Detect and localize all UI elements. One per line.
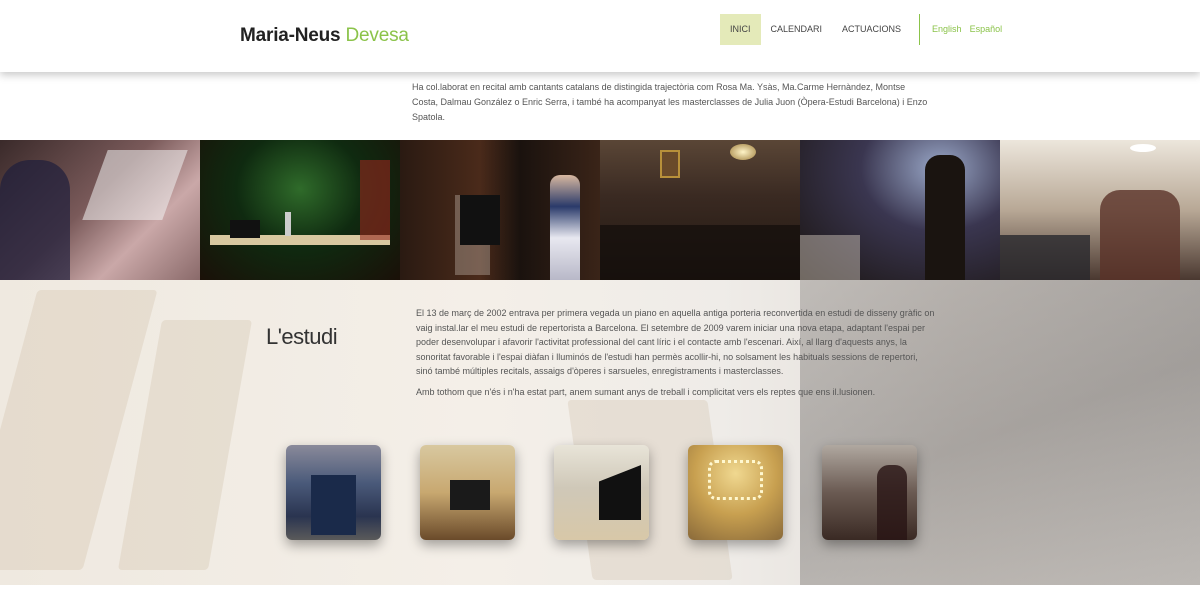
studio-gallery (286, 445, 917, 540)
lang-espanol-link[interactable]: Español (966, 14, 1007, 45)
gallery-thumb-grand-piano[interactable] (554, 445, 649, 540)
photo-stage-concert (200, 140, 400, 280)
studio-paragraph-2: Amb tothom que n'és i n'ha estat part, a… (416, 386, 876, 397)
nav-divider (919, 14, 921, 45)
photo-salon-audience (600, 140, 800, 280)
photo-singer-performing (800, 140, 1000, 280)
nav-item-calendari[interactable]: CALENDARI (761, 14, 833, 45)
nav-item-actuacions[interactable]: ACTUACIONS (832, 14, 911, 45)
gallery-thumb-rehearsal[interactable] (822, 445, 917, 540)
logo-last-name: Devesa (345, 25, 409, 46)
photo-class-recital (1000, 140, 1200, 280)
page-bottom (0, 585, 1200, 600)
photo-singer-piano (400, 140, 600, 280)
gallery-thumb-dressing-mirror[interactable] (688, 445, 783, 540)
intro-paragraph: Ha col.laborat en recital amb cantants c… (412, 82, 928, 122)
site-logo[interactable]: Maria-Neus Devesa (240, 25, 409, 47)
studio-paragraph-1: El 13 de març de 2002 entrava per primer… (416, 308, 935, 376)
studio-title: L'estudi (266, 324, 338, 349)
photo-pianist-closeup (0, 140, 200, 280)
studio-section: L'estudi El 13 de març de 2002 entrava p… (0, 280, 1200, 585)
gallery-thumb-piano-arrival[interactable] (286, 445, 381, 540)
studio-description: El 13 de març de 2002 entrava per primer… (416, 306, 936, 405)
logo-first-name: Maria-Neus (240, 25, 341, 46)
site-header: Maria-Neus Devesa INICI CALENDARI ACTUAC… (0, 0, 1200, 72)
nav-item-inici[interactable]: INICI (720, 14, 761, 45)
photo-strip (0, 140, 1200, 280)
gallery-thumb-studio-room[interactable] (420, 445, 515, 540)
main-nav: INICI CALENDARI ACTUACIONS English Españ… (720, 14, 1006, 45)
lang-english-link[interactable]: English (928, 14, 966, 45)
